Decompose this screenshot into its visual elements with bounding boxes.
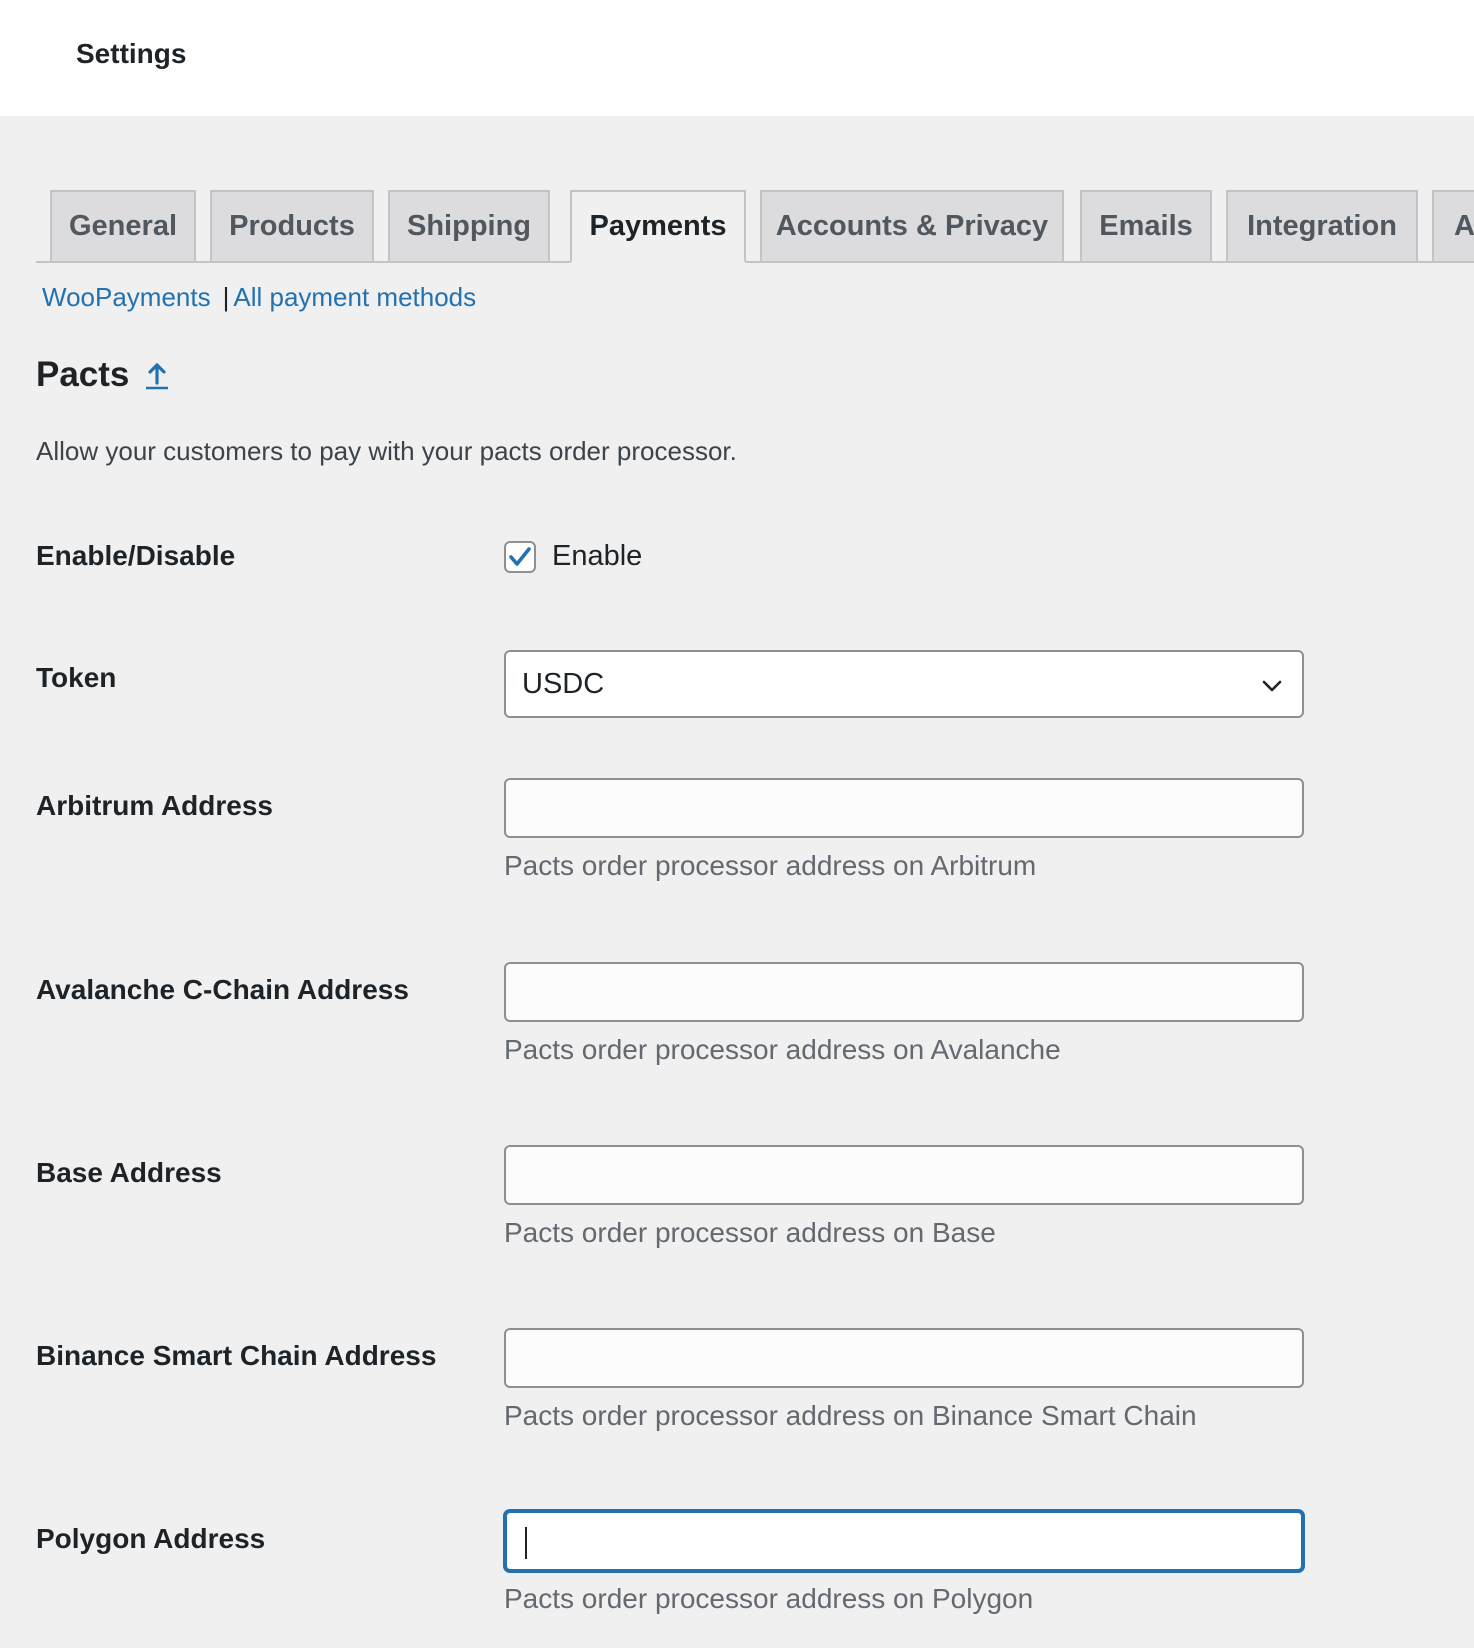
text-caret	[525, 1527, 527, 1559]
checkmark-icon	[509, 546, 531, 566]
tab-accounts-privacy[interactable]: Accounts & Privacy	[760, 190, 1064, 261]
arrow-up-icon[interactable]	[145, 360, 169, 390]
token-label: Token	[36, 662, 117, 693]
arbitrum-address-input[interactable]	[504, 778, 1304, 838]
enable-field: Enable	[504, 540, 642, 573]
section-heading: Pacts	[36, 355, 169, 395]
enable-checkbox-label[interactable]: Enable	[552, 540, 642, 573]
polygon-label: Polygon Address	[36, 1523, 266, 1554]
chevron-down-icon	[1262, 680, 1282, 692]
tab-emails[interactable]: Emails	[1080, 190, 1212, 261]
page-title: Settings	[76, 38, 187, 69]
bsc-address-input[interactable]	[504, 1328, 1304, 1388]
base-hint: Pacts order processor address on Base	[504, 1217, 996, 1248]
tab-general[interactable]: General	[50, 190, 196, 261]
woopayments-link[interactable]: WooPayments	[42, 282, 211, 313]
token-select[interactable]: USDC	[504, 650, 1304, 718]
token-select-value: USDC	[522, 667, 605, 700]
tab-integration[interactable]: Integration	[1226, 190, 1418, 261]
all-payment-methods-link[interactable]: All payment methods	[233, 282, 476, 313]
top-bar: Settings	[0, 0, 1474, 116]
section-title: Pacts	[36, 355, 130, 394]
tab-advanced[interactable]: A	[1432, 190, 1474, 261]
base-address-input[interactable]	[504, 1145, 1304, 1205]
subnav-separator: |	[222, 282, 230, 312]
payments-subnav: WooPayments | All payment methods	[42, 282, 476, 313]
enable-checkbox[interactable]	[504, 540, 536, 573]
tab-shipping[interactable]: Shipping	[388, 190, 550, 261]
avalanche-label: Avalanche C-Chain Address	[36, 974, 409, 1005]
settings-tabs: General Products Shipping Payments Accou…	[36, 190, 1474, 263]
enable-label: Enable/Disable	[36, 540, 236, 571]
tab-products[interactable]: Products	[210, 190, 374, 261]
tab-payments[interactable]: Payments	[570, 190, 746, 263]
section-description: Allow your customers to pay with your pa…	[36, 436, 737, 466]
bsc-hint: Pacts order processor address on Binance…	[504, 1400, 1197, 1431]
arbitrum-label: Arbitrum Address	[36, 790, 274, 821]
avalanche-address-input[interactable]	[504, 962, 1304, 1022]
polygon-hint: Pacts order processor address on Polygon	[504, 1583, 1034, 1614]
polygon-address-input[interactable]	[504, 1510, 1304, 1572]
arbitrum-hint: Pacts order processor address on Arbitru…	[504, 850, 1037, 881]
base-label: Base Address	[36, 1157, 222, 1188]
bsc-label: Binance Smart Chain Address	[36, 1340, 437, 1371]
avalanche-hint: Pacts order processor address on Avalanc…	[504, 1034, 1061, 1065]
